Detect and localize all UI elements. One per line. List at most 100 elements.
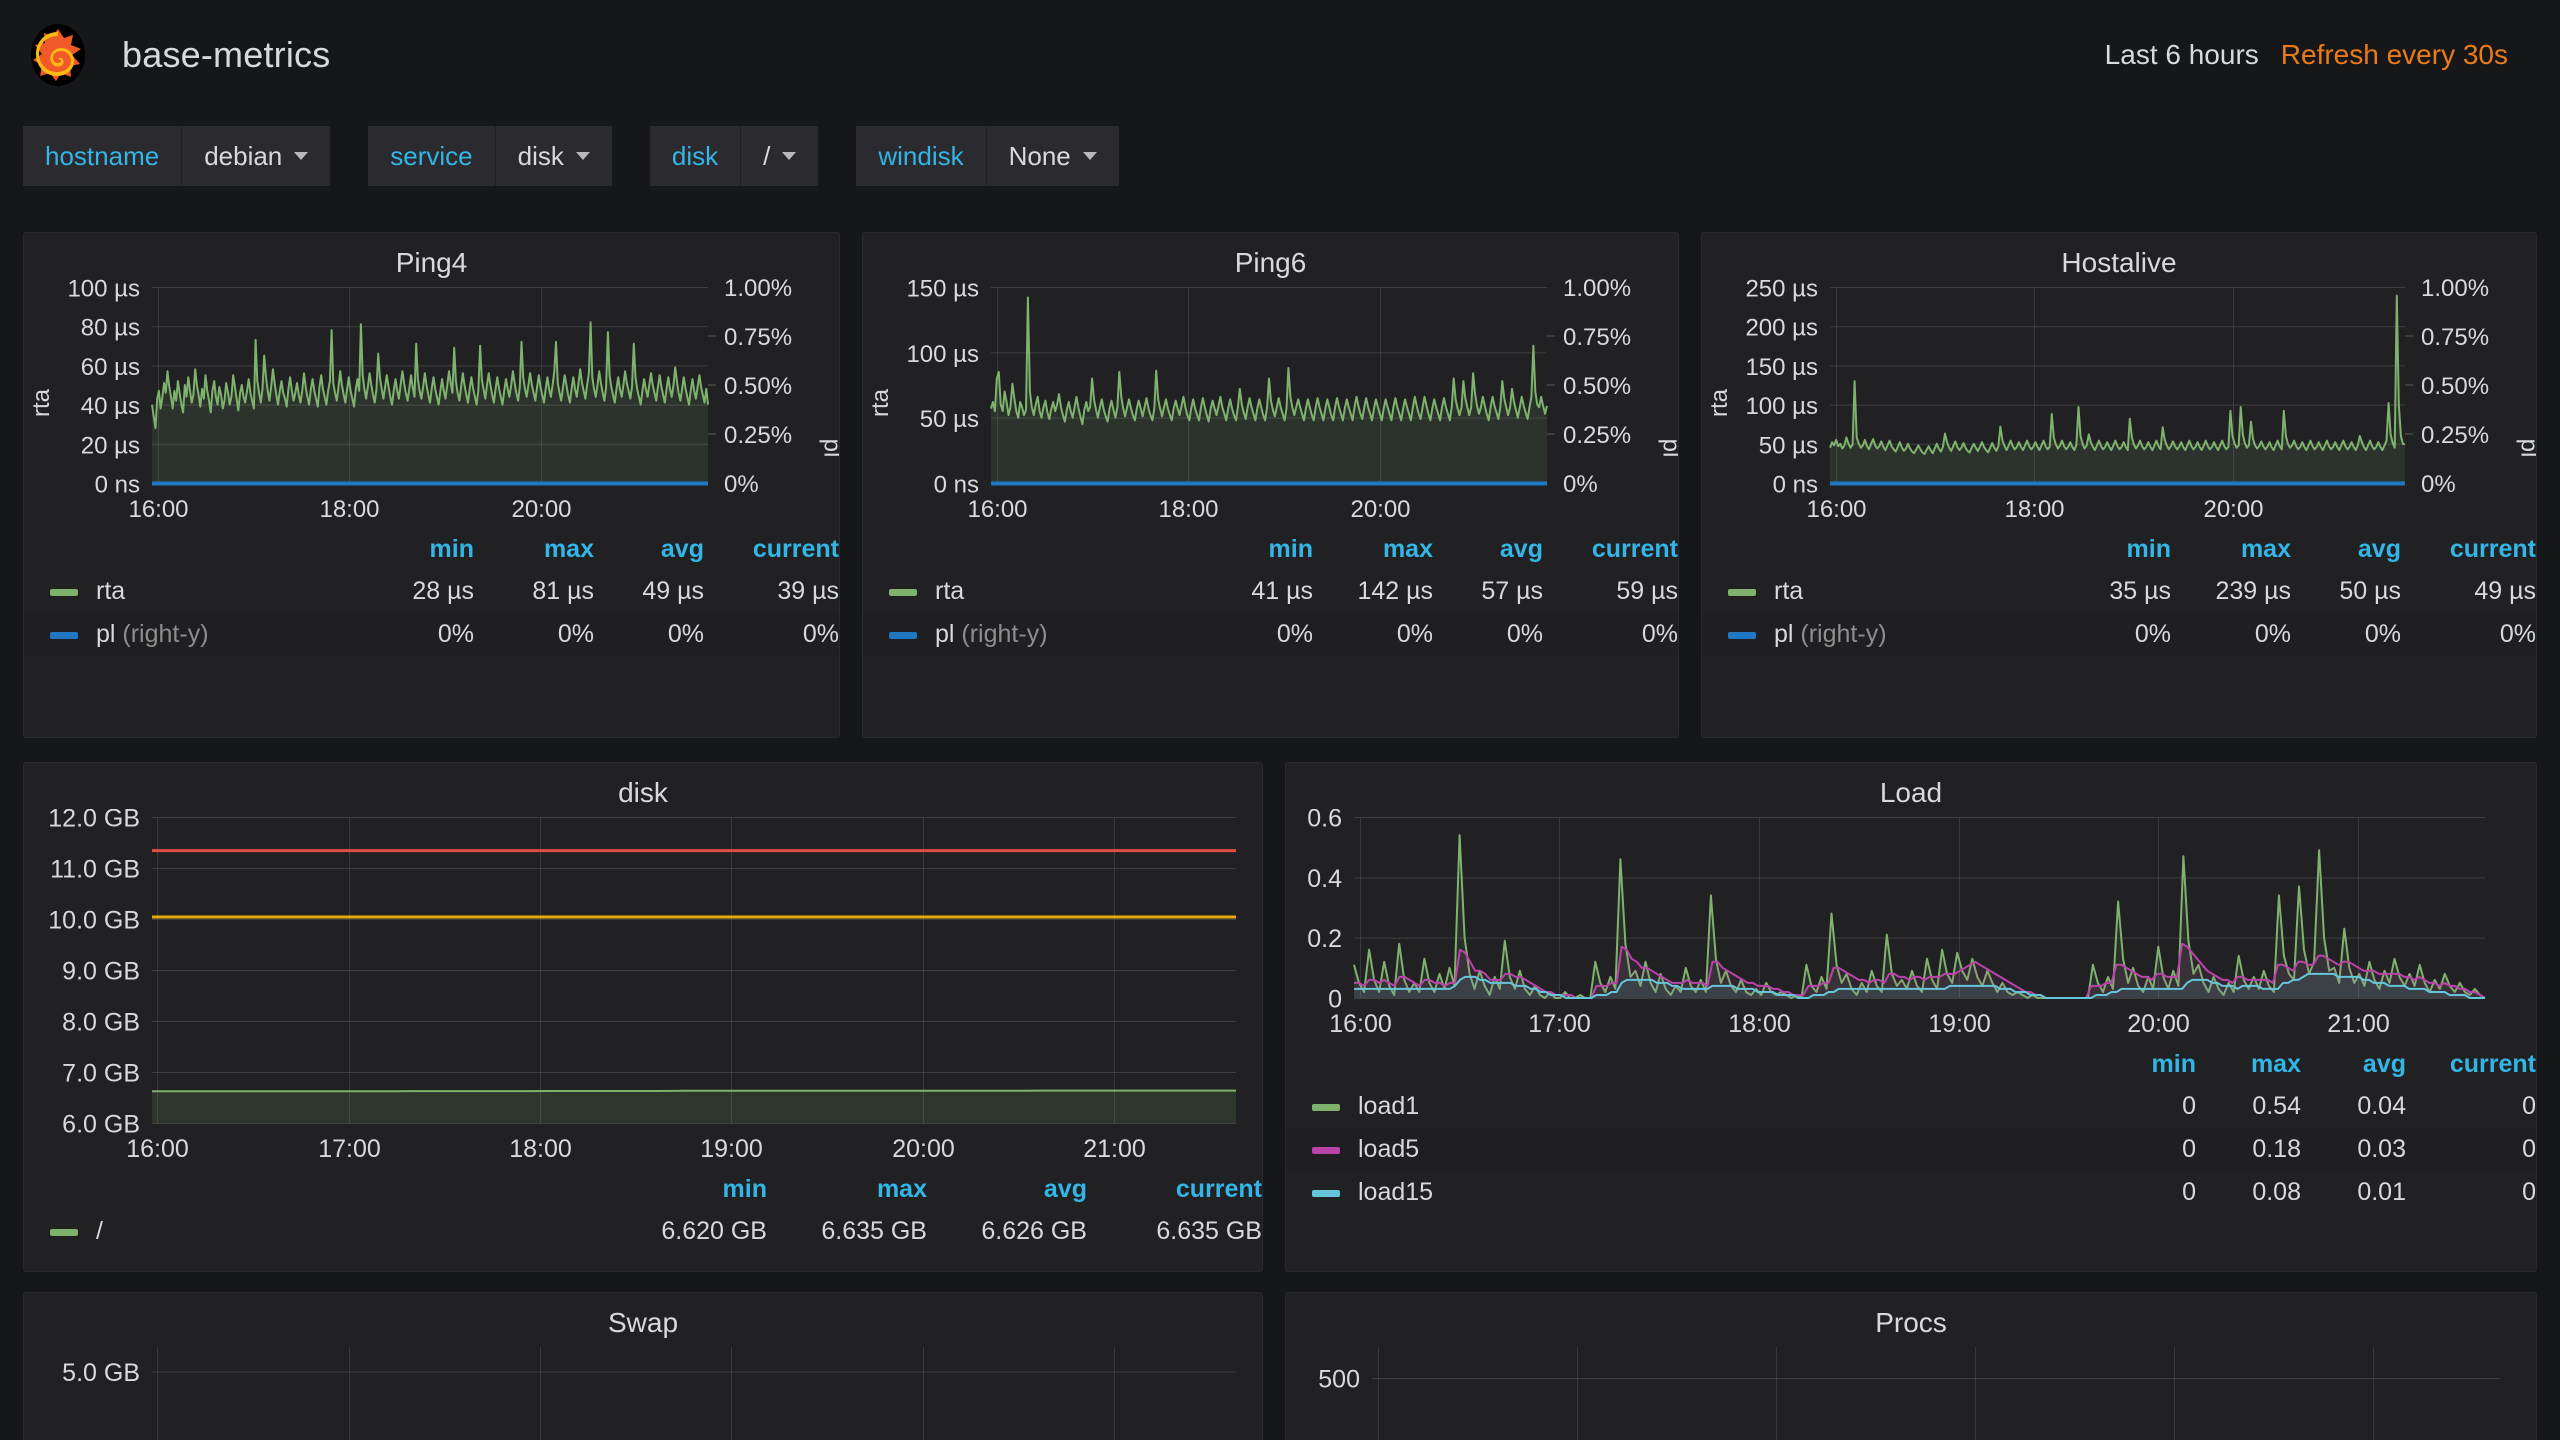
- legend-table-ping4: minmaxavgcurrentrta28 µs81 µs49 µs39 µsp…: [24, 529, 839, 656]
- legend-series-rta: rta: [24, 570, 354, 613]
- panel-procs[interactable]: Procs 400500: [1285, 1292, 2537, 1440]
- variable-disk: disk /: [650, 126, 818, 186]
- panel-title-ping6[interactable]: Ping6: [863, 233, 1678, 279]
- svg-text:0.6: 0.6: [1307, 809, 1342, 833]
- legend-header-row: minmaxavgcurrent: [1286, 1044, 2536, 1085]
- legend-col-max: max: [1313, 529, 1433, 570]
- legend-color-swatch: [1312, 1190, 1340, 1197]
- legend-col-current: current: [1087, 1169, 1262, 1210]
- svg-text:16:00: 16:00: [126, 1135, 189, 1163]
- header-controls: Last 6 hours Refresh every 30s: [2105, 39, 2560, 71]
- svg-text:0.50%: 0.50%: [2421, 373, 2489, 400]
- legend-disk: minmaxavgcurrent/6.620 GB6.635 GB6.626 G…: [24, 1169, 1262, 1253]
- series-/: [152, 1091, 1236, 1092]
- legend-series-pl: pl (right-y): [24, 613, 354, 656]
- legend-color-swatch: [50, 589, 78, 596]
- plot-disk: 6.0 GB7.0 GB8.0 GB9.0 GB10.0 GB11.0 GB12…: [32, 809, 1262, 1169]
- svg-text:0.75%: 0.75%: [1563, 324, 1631, 351]
- panel-title-load[interactable]: Load: [1286, 763, 2536, 809]
- svg-text:200 µs: 200 µs: [1745, 315, 1818, 342]
- variable-select-disk[interactable]: /: [740, 126, 818, 186]
- legend-avg: 57 µs: [1433, 570, 1543, 613]
- svg-text:20 µs: 20 µs: [81, 432, 140, 459]
- legend-ping6: minmaxavgcurrentrta41 µs142 µs57 µs59 µs…: [863, 529, 1678, 656]
- svg-text:18:00: 18:00: [1158, 496, 1218, 523]
- svg-text:0%: 0%: [724, 471, 759, 498]
- variable-select-service[interactable]: disk: [495, 126, 612, 186]
- axis-label-pl: pl: [1657, 439, 1679, 458]
- legend-color-swatch: [50, 1229, 78, 1236]
- legend-min: 28 µs: [354, 570, 474, 613]
- legend-row: rta35 µs239 µs50 µs49 µs: [1702, 570, 2536, 613]
- svg-text:16:00: 16:00: [1329, 1010, 1392, 1038]
- chevron-down-icon: [576, 152, 590, 160]
- svg-text:0.75%: 0.75%: [724, 324, 792, 351]
- svg-text:21:00: 21:00: [2327, 1010, 2390, 1038]
- panel-ping6[interactable]: Ping6 0 ns50 µs100 µs150 µs16:0018:0020:…: [862, 232, 1679, 738]
- panel-ping4[interactable]: Ping4 0 ns20 µs40 µs60 µs80 µs100 µs16:0…: [23, 232, 840, 738]
- legend-current: 0%: [2401, 613, 2536, 656]
- variable-select-hostname[interactable]: debian: [181, 126, 330, 186]
- svg-text:20:00: 20:00: [2203, 496, 2263, 523]
- panel-title-disk[interactable]: disk: [24, 763, 1262, 809]
- chart-svg-swap: 4.0 GB5.0 GB: [32, 1339, 1256, 1440]
- legend-col-min: min: [607, 1169, 767, 1210]
- svg-text:5.0 GB: 5.0 GB: [62, 1359, 140, 1387]
- svg-text:1.00%: 1.00%: [724, 279, 792, 302]
- legend-col-current: current: [704, 529, 839, 570]
- plot-load: 00.20.40.616:0017:0018:0019:0020:0021:00: [1294, 809, 2536, 1044]
- legend-min: 41 µs: [1193, 570, 1313, 613]
- legend-header-row: minmaxavgcurrent: [1702, 529, 2536, 570]
- legend-max: 81 µs: [474, 570, 594, 613]
- svg-text:16:00: 16:00: [967, 496, 1027, 523]
- legend-col-min: min: [2051, 529, 2171, 570]
- legend-avg: 0%: [594, 613, 704, 656]
- variable-service: service disk: [368, 126, 612, 186]
- svg-text:19:00: 19:00: [700, 1135, 763, 1163]
- legend-max: 142 µs: [1313, 570, 1433, 613]
- legend-series-load5: load5: [1286, 1128, 2091, 1171]
- panel-title-swap[interactable]: Swap: [24, 1293, 1262, 1339]
- svg-text:12.0 GB: 12.0 GB: [48, 809, 140, 833]
- panel-title-ping4[interactable]: Ping4: [24, 233, 839, 279]
- legend-col-current: current: [2401, 529, 2536, 570]
- panel-swap[interactable]: Swap 4.0 GB5.0 GB: [23, 1292, 1263, 1440]
- svg-text:100 µs: 100 µs: [67, 279, 140, 303]
- legend-min: 0: [2091, 1085, 2196, 1128]
- legend-col-max: max: [2196, 1044, 2301, 1085]
- panel-title-hostalive[interactable]: Hostalive: [1702, 233, 2536, 279]
- variable-value-service: disk: [518, 141, 564, 172]
- svg-text:16:00: 16:00: [128, 496, 188, 523]
- variable-label-service: service: [368, 126, 494, 186]
- svg-text:20:00: 20:00: [2127, 1010, 2190, 1038]
- panel-title-procs[interactable]: Procs: [1286, 1293, 2536, 1339]
- grafana-logo-icon[interactable]: [26, 23, 90, 87]
- refresh-interval-picker[interactable]: Refresh every 30s: [2281, 39, 2508, 71]
- variable-select-windisk[interactable]: None: [986, 126, 1119, 186]
- svg-text:19:00: 19:00: [1928, 1010, 1991, 1038]
- legend-series-rta: rta: [863, 570, 1193, 613]
- svg-text:1.00%: 1.00%: [2421, 279, 2489, 302]
- legend-series-pl: pl (right-y): [1702, 613, 2051, 656]
- panel-disk[interactable]: disk 6.0 GB7.0 GB8.0 GB9.0 GB10.0 GB11.0…: [23, 762, 1263, 1272]
- legend-col-max: max: [2171, 529, 2291, 570]
- svg-text:0.25%: 0.25%: [2421, 422, 2489, 449]
- legend-col-avg: avg: [1433, 529, 1543, 570]
- legend-col-avg: avg: [2301, 1044, 2406, 1085]
- legend-col-max: max: [767, 1169, 927, 1210]
- legend-current: 0%: [1543, 613, 1678, 656]
- svg-text:150 µs: 150 µs: [1745, 354, 1818, 381]
- time-range-picker[interactable]: Last 6 hours: [2105, 39, 2259, 71]
- chart-svg-procs: 400500: [1294, 1339, 2530, 1440]
- legend-avg: 0%: [2291, 613, 2401, 656]
- legend-series-pl: pl (right-y): [863, 613, 1193, 656]
- legend-current: 39 µs: [704, 570, 839, 613]
- legend-col-min: min: [1193, 529, 1313, 570]
- legend-row: pl (right-y)0%0%0%0%: [1702, 613, 2536, 656]
- legend-col-avg: avg: [594, 529, 704, 570]
- svg-text:18:00: 18:00: [1728, 1010, 1791, 1038]
- legend-avg: 49 µs: [594, 570, 704, 613]
- panel-hostalive[interactable]: Hostalive 0 ns50 µs100 µs150 µs200 µs250…: [1701, 232, 2537, 738]
- legend-series-load1: load1: [1286, 1085, 2091, 1128]
- panel-load[interactable]: Load 00.20.40.616:0017:0018:0019:0020:00…: [1285, 762, 2537, 1272]
